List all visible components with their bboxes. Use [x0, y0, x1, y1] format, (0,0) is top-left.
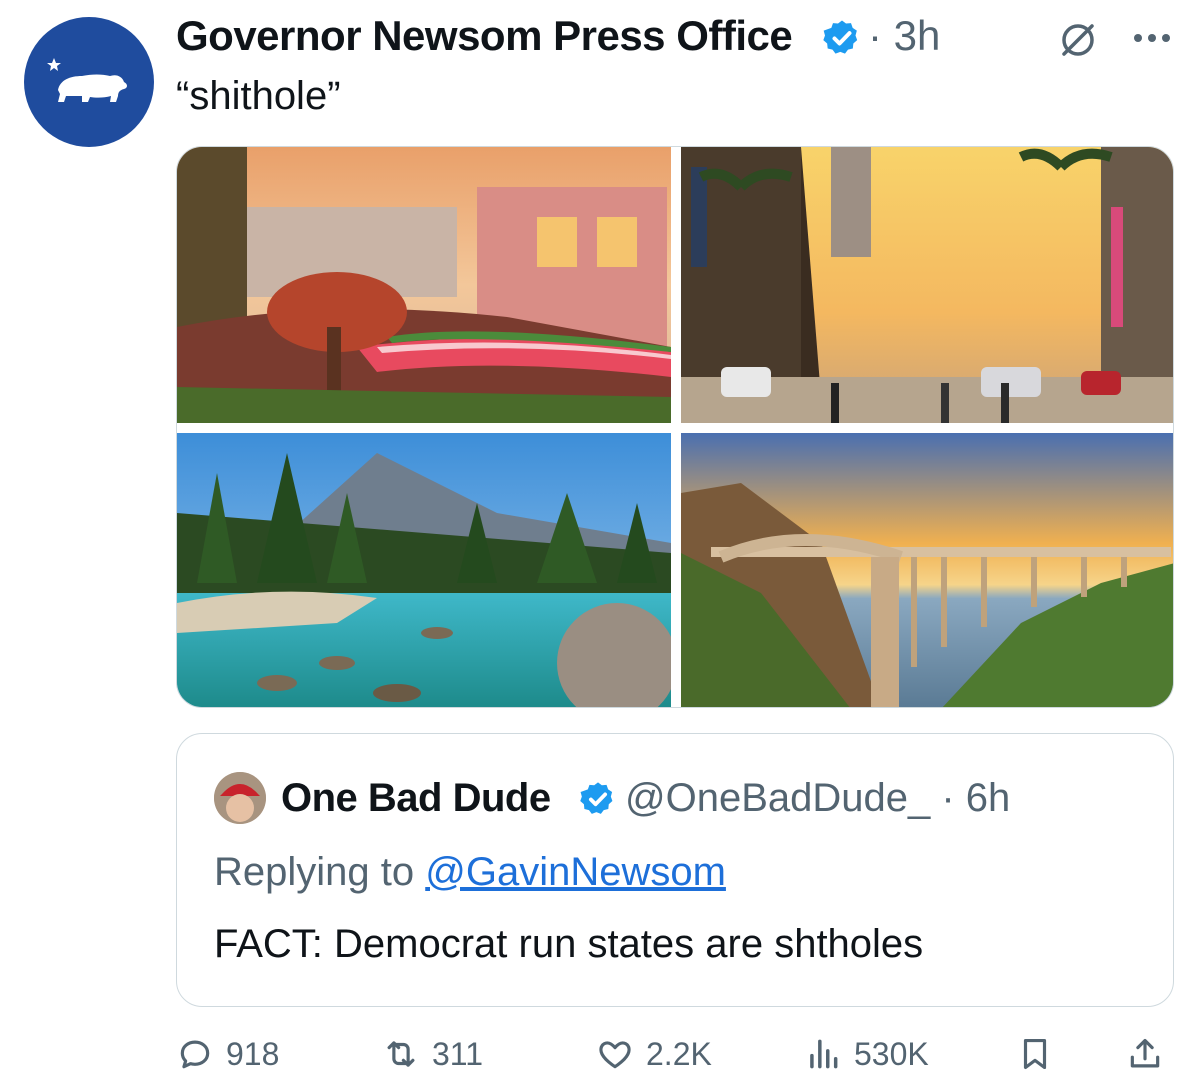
- post-text: “shithole”: [176, 74, 341, 118]
- post-header: Governor Newsom Press Office · 3h: [176, 12, 1179, 64]
- share-icon: [1130, 1038, 1160, 1068]
- reply-count: 918: [226, 1035, 280, 1072]
- view-count: 530K: [854, 1035, 929, 1072]
- quoted-handle-time: @OneBadDude_ · 6h: [625, 776, 1011, 820]
- replying-prefix: Replying to: [214, 850, 426, 894]
- share-button[interactable]: [1126, 1028, 1176, 1080]
- replying-to: Replying to @GavinNewsom: [214, 848, 726, 896]
- like-icon: [599, 1041, 631, 1069]
- like-button[interactable]: 2.2K: [596, 1028, 712, 1080]
- bookmark-icon: [1023, 1038, 1047, 1070]
- photo-lake-tahoe[interactable]: [177, 433, 671, 707]
- action-bar: 918 311 2.2K 530K: [176, 1028, 1174, 1080]
- views-icon: [810, 1039, 838, 1069]
- more-icon[interactable]: [1128, 18, 1176, 58]
- quoted-author-avatar[interactable]: [214, 772, 266, 824]
- repost-icon: [387, 1041, 415, 1067]
- photo-hollywood-boulevard[interactable]: [681, 147, 1173, 423]
- bookmark-button[interactable]: [1016, 1028, 1066, 1080]
- photo-bixby-bridge[interactable]: [681, 433, 1173, 707]
- like-count: 2.2K: [646, 1035, 712, 1072]
- grok-icon[interactable]: [1058, 20, 1098, 60]
- quoted-post[interactable]: One Bad Dude @OneBadDude_ · 6h Replying …: [176, 733, 1174, 1007]
- repost-count: 311: [432, 1035, 484, 1072]
- repost-button[interactable]: 311: [382, 1028, 483, 1080]
- bear-logo-icon: [47, 58, 127, 102]
- reply-icon: [180, 1040, 210, 1069]
- verified-badge-icon: [823, 20, 858, 54]
- post-time[interactable]: · 3h: [868, 12, 940, 60]
- quoted-author-name: One Bad Dude: [281, 776, 551, 820]
- author-avatar[interactable]: [24, 17, 154, 147]
- reply-button[interactable]: 918: [176, 1028, 279, 1080]
- photo-lombard-street[interactable]: [177, 147, 671, 423]
- replying-to-link[interactable]: @GavinNewsom: [425, 850, 726, 894]
- quoted-post-text: FACT: Democrat run states are shtholes: [214, 922, 924, 966]
- verified-badge-icon: [580, 782, 613, 814]
- views-button[interactable]: 530K: [804, 1028, 929, 1080]
- photo-grid: [176, 146, 1174, 708]
- author-name[interactable]: Governor Newsom Press Office: [176, 12, 793, 60]
